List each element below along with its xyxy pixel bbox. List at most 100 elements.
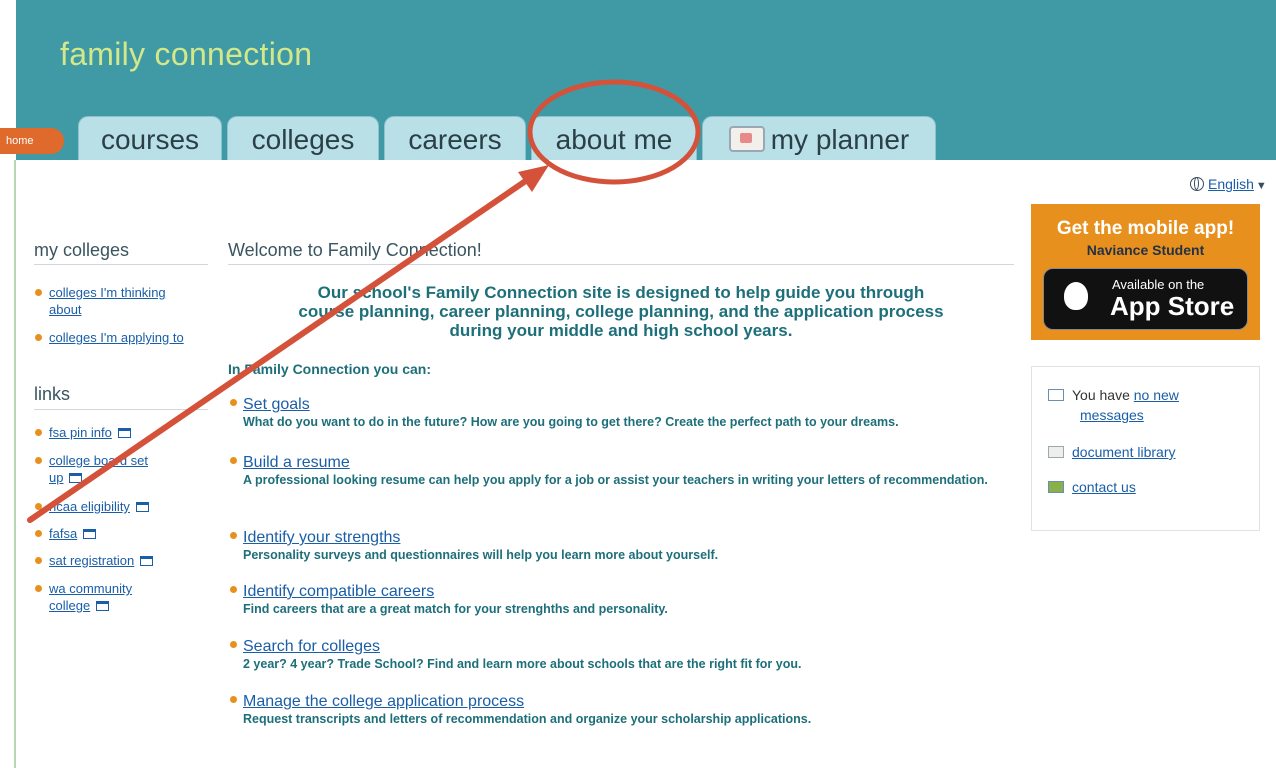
document-library-link[interactable]: document library (1072, 444, 1176, 460)
feature-description: Personality surveys and questionnaires w… (243, 548, 719, 562)
new-window-icon (69, 473, 83, 483)
sidebar-link-fafsa[interactable]: fafsa (35, 525, 97, 542)
apple-icon (1064, 282, 1088, 310)
bullet-icon (230, 532, 237, 539)
feature-item: Identify compatible careers Find careers… (230, 583, 1010, 618)
my-colleges-heading: my colleges (34, 240, 130, 260)
feature-link-application-process[interactable]: Manage the college application process (243, 693, 524, 710)
feature-description: Request transcripts and letters of recom… (243, 712, 812, 726)
new-messages-link-2[interactable]: messages (1080, 407, 1144, 423)
badge-store-name: App Store (1110, 291, 1235, 321)
messages-panel: You have no new messages document librar… (1031, 366, 1260, 531)
bullet-icon (35, 289, 42, 296)
new-window-icon (117, 428, 131, 438)
tab-about-me[interactable]: about me (531, 116, 697, 160)
contact-us-link[interactable]: contact us (1072, 479, 1136, 495)
sidebar-item-colleges-applying[interactable]: colleges I'm applying to (35, 329, 184, 346)
feature-link-set-goals[interactable]: Set goals (243, 396, 310, 413)
feature-description: What do you want to do in the future? Ho… (243, 415, 899, 429)
caret-down-icon[interactable]: ▼ (1256, 180, 1267, 192)
feature-link-build-resume[interactable]: Build a resume (243, 454, 350, 471)
new-window-icon (83, 529, 97, 539)
feature-item: Search for colleges 2 year? 4 year? Trad… (230, 638, 1010, 673)
new-messages-link[interactable]: no new (1134, 387, 1179, 403)
feature-description: Find careers that are a great match for … (243, 602, 668, 616)
bullet-icon (35, 457, 42, 464)
bullet-icon (35, 334, 42, 341)
tab-colleges[interactable]: colleges (227, 116, 379, 160)
ad-subtitle: Naviance Student (1086, 242, 1205, 258)
you-have-text: You have (1072, 387, 1130, 403)
sidebar-link-label[interactable]: sat registration (49, 553, 134, 568)
site-title: family connection (60, 36, 313, 72)
mobile-app-ad[interactable]: Get the mobile app! Naviance Student Ava… (1031, 204, 1260, 340)
feature-item: Identify your strengths Personality surv… (230, 529, 1010, 564)
links-heading: links (34, 384, 71, 404)
language-label[interactable]: English (1208, 176, 1254, 192)
home-button[interactable]: home (0, 128, 64, 154)
feature-description: A professional looking resume can help y… (243, 473, 988, 487)
feature-item: Set goals What do you want to do in the … (230, 396, 1010, 431)
feature-item: Manage the college application process R… (230, 693, 1010, 728)
contact-us-row[interactable]: contact us (1048, 479, 1136, 495)
tab-my-planner[interactable]: my planner (702, 116, 936, 160)
tab-courses[interactable]: courses (78, 116, 222, 160)
new-window-icon (140, 556, 154, 566)
feature-link-identify-strengths[interactable]: Identify your strengths (243, 529, 400, 546)
sidebar-divider (34, 264, 208, 265)
features-heading: In Family Connection you can: (228, 361, 432, 377)
sidebar-item-label-2[interactable]: about (49, 302, 82, 317)
ad-title: Get the mobile app! (1056, 218, 1235, 239)
sidebar-link-label[interactable]: fsa pin info (49, 425, 112, 440)
bullet-icon (35, 585, 42, 592)
intro-line: during your middle and high school years… (449, 321, 793, 340)
badge-available-text: Available on the (1112, 277, 1205, 292)
messages-row: You have no new (1048, 387, 1179, 403)
bullet-icon (230, 696, 237, 703)
sidebar-item-colleges-thinking[interactable]: colleges I'm thinking about (35, 284, 166, 318)
envelope-icon (1048, 389, 1064, 401)
feature-item: Build a resume A professional looking re… (230, 454, 1010, 489)
annotation-arrowhead (518, 165, 549, 192)
left-border (14, 160, 16, 768)
bullet-icon (35, 557, 42, 564)
sidebar-link-sat[interactable]: sat registration (35, 552, 154, 569)
intro-text: Our school's Family Connection site is d… (228, 283, 1014, 340)
new-window-icon (96, 601, 110, 611)
sidebar-link-wa-community-college[interactable]: wa community college (35, 580, 132, 614)
feature-link-compatible-careers[interactable]: Identify compatible careers (243, 583, 434, 600)
feature-description: 2 year? 4 year? Trade School? Find and l… (243, 657, 802, 671)
sidebar-link-label-2[interactable]: up (49, 470, 63, 485)
page-title: Welcome to Family Connection! (228, 240, 482, 260)
app-store-badge[interactable]: Available on the App Store (1043, 268, 1248, 330)
messages-row-2: messages (1080, 407, 1144, 423)
tab-careers[interactable]: careers (384, 116, 526, 160)
sidebar-link-label[interactable]: college board set (49, 453, 148, 468)
sidebar-link-fsa-pin[interactable]: fsa pin info (35, 424, 131, 441)
sidebar-link-ncaa[interactable]: ncaa eligibility (35, 498, 149, 515)
bullet-icon (230, 399, 237, 406)
globe-icon (1190, 177, 1204, 191)
sidebar-link-label-2[interactable]: college (49, 598, 90, 613)
tab-my-planner-label: my planner (770, 124, 910, 155)
sidebar-link-label[interactable]: ncaa eligibility (49, 499, 130, 514)
feature-link-search-colleges[interactable]: Search for colleges (243, 638, 380, 655)
bullet-icon (35, 530, 42, 537)
bullet-icon (230, 457, 237, 464)
bullet-icon (35, 503, 42, 510)
sidebar-item-label[interactable]: colleges I'm applying to (49, 330, 184, 345)
language-selector[interactable]: English ▼ (1190, 176, 1267, 192)
title-divider (228, 264, 1014, 265)
bullet-icon (35, 429, 42, 436)
sidebar-link-college-board[interactable]: college board set up (35, 452, 148, 486)
sidebar-link-label[interactable]: wa community (49, 581, 132, 596)
document-library-row[interactable]: document library (1048, 444, 1176, 460)
planner-icon (728, 126, 765, 152)
documents-icon (1048, 446, 1064, 458)
bullet-icon (230, 641, 237, 648)
sidebar-link-label[interactable]: fafsa (49, 526, 77, 541)
sidebar-divider (34, 409, 208, 410)
sidebar-item-label[interactable]: colleges I'm thinking (49, 285, 166, 300)
bullet-icon (230, 586, 237, 593)
intro-line: course planning, career planning, colleg… (298, 302, 944, 321)
